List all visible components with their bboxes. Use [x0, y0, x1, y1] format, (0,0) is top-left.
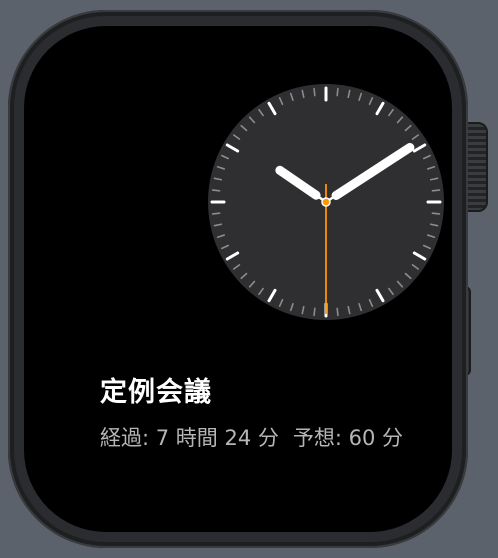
minute-marker: [431, 189, 441, 192]
minute-marker: [336, 307, 339, 317]
expected-text: 予想: 60 分: [292, 426, 404, 450]
analog-clock: [208, 84, 444, 320]
minute-marker: [313, 307, 316, 317]
minute-marker: [211, 212, 221, 215]
watch-screen: 定例会議 経過: 7 時間 24 分予想: 60 分: [24, 26, 452, 532]
elapsed-text: 経過: 7 時間 24 分: [100, 426, 279, 450]
minute-marker: [313, 87, 316, 97]
watch-mockup: 定例会議 経過: 7 時間 24 分予想: 60 分: [0, 0, 498, 558]
clock-face: [208, 84, 444, 320]
event-meta: 経過: 7 時間 24 分予想: 60 分: [100, 422, 403, 452]
center-pin: [321, 197, 331, 207]
minute-marker: [431, 212, 441, 215]
event-title: 定例会議: [100, 377, 212, 408]
minute-marker: [211, 189, 221, 192]
minute-marker: [336, 87, 339, 97]
